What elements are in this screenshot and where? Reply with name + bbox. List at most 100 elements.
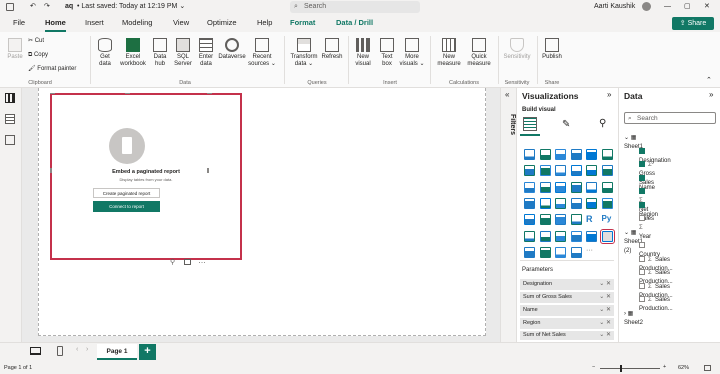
chevron-down-icon[interactable]: ⌄ (624, 135, 631, 141)
filled-map-icon[interactable] (539, 197, 551, 209)
menu-view[interactable]: View (173, 14, 189, 32)
text-box-button[interactable]: Text box (377, 38, 397, 68)
field-checkbox[interactable] (639, 147, 645, 154)
field-checkbox[interactable] (639, 269, 645, 275)
collapse-icon[interactable]: » (607, 90, 611, 99)
area-chart-icon[interactable] (539, 165, 551, 177)
new-measure-button[interactable]: New measure (434, 38, 464, 68)
sensitivity-button[interactable]: Sensitivity (502, 38, 532, 61)
model-view-icon[interactable] (5, 135, 15, 145)
clustered-bar-icon[interactable] (555, 149, 566, 160)
kpi-icon[interactable] (524, 214, 535, 226)
resize-handle[interactable] (207, 93, 212, 94)
zoom-out-icon[interactable]: − (592, 364, 595, 370)
waterfall-icon[interactable] (524, 181, 535, 193)
menu-insert[interactable]: Insert (85, 14, 104, 32)
card-icon[interactable] (586, 197, 597, 209)
field-checkbox[interactable] (639, 242, 645, 248)
chevron-down-icon[interactable]: ⌄ (624, 230, 631, 236)
gauge-icon[interactable] (570, 197, 582, 209)
field-checkbox[interactable] (639, 215, 645, 221)
matrix-icon[interactable] (570, 214, 582, 226)
publish-button[interactable]: Publish (540, 38, 564, 61)
param-field-region[interactable]: Region ⌄ ✕ (520, 318, 614, 329)
save-icon[interactable] (6, 3, 14, 11)
get-data-button[interactable]: Get data (94, 38, 116, 68)
share-button[interactable]: ⇪ Share (672, 17, 714, 30)
user-name[interactable]: Aarti Kaushik (594, 0, 635, 14)
paste-button[interactable]: Paste (6, 38, 24, 61)
line-chart-icon[interactable] (524, 165, 535, 177)
pie-icon[interactable] (570, 181, 582, 193)
trophy-icon[interactable] (586, 230, 597, 242)
ribbon-chart-icon[interactable] (601, 165, 613, 177)
remove-field-icon[interactable]: ⌄ ✕ (599, 305, 611, 316)
smart-narrative-icon[interactable] (570, 230, 582, 242)
100-column-icon[interactable] (601, 149, 613, 160)
key-influencers-icon[interactable] (524, 230, 535, 242)
create-paginated-report-button[interactable]: Create paginated report (93, 188, 160, 198)
excel-workbook-button[interactable]: Excel workbook (117, 38, 149, 68)
maximize-icon[interactable]: ▢ (684, 0, 691, 14)
stacked-area-icon[interactable] (555, 165, 566, 177)
zoom-thumb[interactable] (620, 365, 622, 372)
donut-icon[interactable] (586, 181, 597, 193)
clustered-column-icon[interactable] (570, 149, 582, 160)
treemap-icon[interactable] (601, 181, 613, 193)
page-tab[interactable]: Page 1 (97, 344, 137, 360)
report-view-icon[interactable] (5, 93, 15, 103)
qa-icon[interactable] (555, 230, 566, 242)
close-icon[interactable]: ✕ (704, 0, 710, 14)
expand-icon[interactable]: « (505, 90, 509, 99)
next-page-icon[interactable]: › (86, 346, 88, 353)
r-script-icon[interactable]: R (586, 214, 597, 225)
focus-mode-icon[interactable] (184, 259, 191, 265)
refresh-button[interactable]: Refresh (320, 38, 344, 61)
field-checkbox[interactable] (639, 174, 645, 181)
more-visuals-button[interactable]: More visuals ⌄ (398, 38, 426, 68)
remove-field-icon[interactable]: ⌄ ✕ (599, 292, 611, 303)
stacked-column-icon[interactable] (539, 149, 551, 160)
shape-map-icon[interactable] (570, 246, 582, 258)
field-checkbox[interactable] (639, 161, 645, 167)
format-painter-button[interactable]: 🖌 Format painter (28, 66, 76, 73)
search-box[interactable]: ⌕ Search (290, 1, 420, 13)
recent-sources-button[interactable]: Recent sources ⌄ (248, 38, 276, 68)
analytics-tab[interactable]: ⚲ (599, 118, 606, 129)
undo-icon[interactable]: ↶ (30, 0, 36, 14)
copy-button[interactable]: ⧉ Copy (28, 52, 48, 59)
menu-file[interactable]: File (13, 14, 25, 32)
more-visuals-icon[interactable]: ··· (586, 247, 597, 258)
format-visual-tab[interactable]: ✎ (562, 119, 570, 130)
menu-help[interactable]: Help (257, 14, 272, 32)
table-node[interactable]: › ▦ Sheet2 (624, 310, 643, 328)
stacked-bar-icon[interactable] (524, 149, 535, 160)
redo-icon[interactable]: ↷ (44, 0, 50, 14)
add-page-button[interactable]: + (139, 344, 156, 360)
menu-format[interactable]: Format (290, 14, 315, 32)
remove-field-icon[interactable]: ⌄ ✕ (599, 331, 611, 340)
previous-page-icon[interactable]: ‹ (76, 346, 78, 353)
line-column-icon[interactable] (570, 165, 582, 177)
paginated-report-icon[interactable] (599, 228, 615, 244)
field-checkbox[interactable] (639, 282, 645, 289)
line-stacked-column-icon[interactable] (586, 165, 597, 177)
100-bar-icon[interactable] (586, 149, 597, 160)
zoom-slider[interactable] (600, 368, 660, 369)
transform-data-button[interactable]: Transform data ⌄ (288, 38, 320, 68)
resize-handle[interactable] (50, 93, 55, 94)
build-visual-tab[interactable] (523, 117, 537, 131)
chevron-up-icon[interactable]: ⌃ (706, 76, 712, 84)
avatar[interactable] (642, 2, 651, 11)
remove-field-icon[interactable]: ⌄ ✕ (599, 318, 611, 329)
quick-measure-button[interactable]: Quick measure (464, 38, 494, 68)
multi-row-card-icon[interactable] (601, 197, 613, 209)
remove-field-icon[interactable]: ⌄ ✕ (599, 279, 611, 290)
param-field-name[interactable]: Name ⌄ ✕ (520, 305, 614, 316)
decomposition-tree-icon[interactable] (539, 230, 551, 242)
data-search-input[interactable]: ⌕ Search (624, 112, 716, 124)
slicer-icon[interactable] (539, 214, 551, 226)
collapse-icon[interactable]: » (709, 90, 713, 99)
filter-icon[interactable]: ⚲ (170, 258, 175, 266)
azure-map-icon[interactable] (555, 197, 566, 209)
